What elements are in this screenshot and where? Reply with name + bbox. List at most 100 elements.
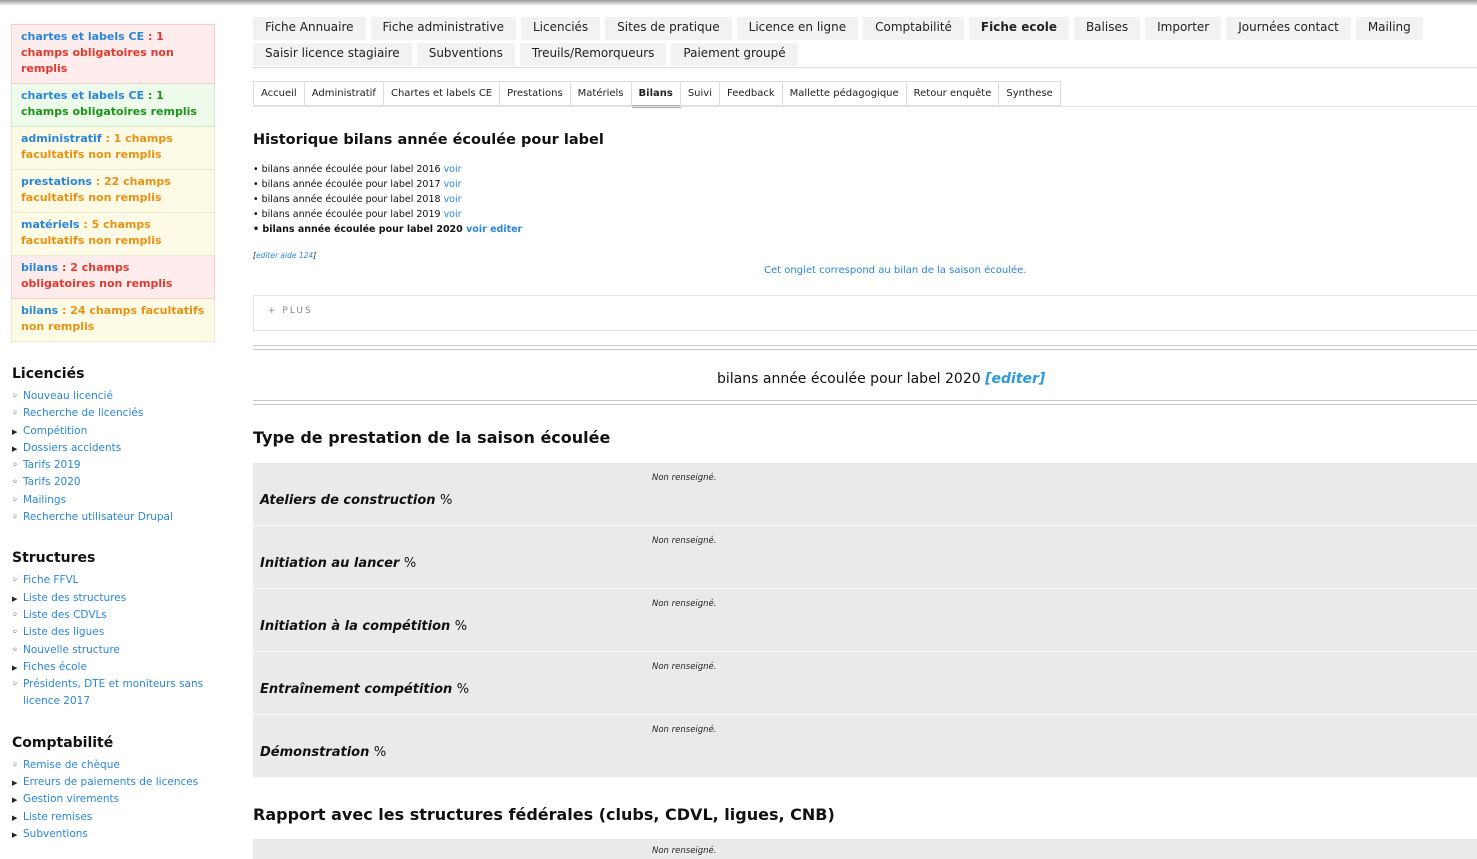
nav-item-label: Fiches école [23,660,87,673]
notice-key-link[interactable]: prestations [21,175,92,188]
field-unit: % [403,556,417,571]
circle-bullet-icon: ◦ [12,575,18,587]
history-item-text: bilans année écoulée pour label 2019 [261,209,441,220]
field-label: Initiation au lancer % [260,556,416,571]
nav-list: ◦ Remise de chèque ▶ Erreurs de paiements d… [11,757,215,843]
sub-tab[interactable]: Synthese [999,81,1061,106]
nav-list: ◦ Fiche FFVL ▶ Liste des structures ◦ Liste d… [11,572,215,710]
plus-label: + PLUS [268,306,313,316]
field-label-text: Ateliers de construction [260,493,436,508]
main-tab[interactable]: Journées contact [1226,17,1351,40]
nav-item[interactable]: ◦ Recherche utilisateur Drupal [11,509,215,526]
nav-item[interactable]: ◦ Recherche de licenciés [11,405,215,422]
circle-bullet-icon: ◦ [12,477,18,489]
section-fields: Non renseigné. Ateliers de construction %… [253,463,1477,778]
nav-item[interactable]: ▶ Compétition [11,423,215,440]
main-tab[interactable]: Balises [1073,17,1141,40]
sub-tab[interactable]: Matériels [570,81,632,106]
history-list: • bilans année écoulée pour label 2016 v… [253,162,522,237]
main-tab[interactable]: Sites de pratique [605,17,732,40]
field-row: Non renseigné. Initiation au lancer % [253,526,1477,589]
history-item-text: bilans année écoulée pour label 2020 [262,224,463,235]
history-editer-link[interactable]: editer [490,224,522,235]
field-row: Non renseigné. Ateliers de construction % [253,463,1477,526]
field-unit: % [373,745,387,760]
main-tab[interactable]: Comptabilité [863,17,964,40]
plus-toggle[interactable]: + PLUS [253,295,1477,331]
sub-tab[interactable]: Feedback [719,81,783,106]
field-label: Initiation à la compétition % [260,619,467,634]
section-title: Rapport avec les structures fédérales (c… [253,805,835,824]
nav-item[interactable]: ▶ Dossiers accidents [11,440,215,457]
nav-item[interactable]: ▶ Liste des structures [11,590,215,607]
nav-item-label: Recherche de licenciés [23,407,144,420]
main-tab[interactable]: Fiche Annuaire [253,17,366,40]
sub-tab[interactable]: Suivi [680,81,720,106]
nav-item-label: Tarifs 2020 [23,476,81,489]
notice-key-link[interactable]: chartes et labels CE [21,89,144,102]
nav-item[interactable]: ▶ Erreurs de paiements de licences [11,774,215,791]
main-tab[interactable]: Subventions [416,43,515,66]
notice-key-link[interactable]: bilans [21,304,58,317]
notice-key-link[interactable]: chartes et labels CE [21,30,144,43]
nav-item[interactable]: ◦ Nouvelle structure [11,642,215,659]
triangle-right-icon: ▶ [12,813,18,822]
nav-item[interactable]: ▶ Liste remises [11,809,215,826]
nav-item[interactable]: ▶ Subventions [11,826,215,843]
main-tab[interactable]: Mailing [1355,17,1423,40]
nav-item[interactable]: ◦ Tarifs 2019 [11,457,215,474]
field-unit: % [440,493,453,508]
edit-help: [editer aide 124] [253,251,317,260]
nav-item-label: Liste des ligues [23,626,105,639]
nav-item[interactable]: ▶ Gestion virements [11,791,215,808]
double-divider-top [253,345,1477,350]
bilan-edit-link[interactable]: [editer] [985,371,1045,387]
notice-box: chartes et labels CE : 1 champs obligato… [11,24,215,84]
field-label: Entraînement compétition % [260,682,469,697]
nav-item[interactable]: ◦ Mailings [11,492,215,509]
main-tab[interactable]: Licenciés [521,17,601,40]
sub-tab[interactable]: Bilans [631,81,681,108]
field-value: Non renseigné. [652,536,717,546]
sub-tab[interactable]: Accueil [253,81,305,106]
nav-item-label: Liste des CDVLs [23,608,107,621]
sub-tab[interactable]: Chartes et labels CE [383,81,501,106]
notice-box: bilans : 24 champs facultatifs non rempl… [11,299,215,342]
nav-item[interactable]: ◦ Fiche FFVL [11,572,215,589]
notice-key-link[interactable]: administratif [21,132,102,145]
history-voir-link[interactable]: voir [444,179,462,190]
triangle-right-icon: ▶ [12,796,18,805]
notice-key-link[interactable]: matériels [21,218,80,231]
history-voir-link[interactable]: voir [444,194,462,205]
nav-block-title: Structures [12,550,96,567]
main-tab[interactable]: Fiche administrative [370,17,516,40]
edit-help-link[interactable]: editer aide 124 [256,251,313,260]
nav-item[interactable]: ◦ Nouveau licencié [11,388,215,405]
history-voir-link[interactable]: voir [466,224,487,235]
sub-tab[interactable]: Prestations [500,81,571,106]
sub-tab[interactable]: Retour enquête [906,81,1000,106]
history-item: • bilans année écoulée pour label 2019 v… [253,209,462,220]
main-tab[interactable]: Paiement groupé [671,43,798,66]
main-tabs-row-1: Fiche Annuaire Fiche administrative Licenc… [253,17,1477,43]
notice-key-link[interactable]: bilans [21,261,58,274]
main-tab[interactable]: Importer [1145,17,1222,40]
main-tab[interactable]: Licence en ligne [736,17,859,40]
history-voir-link[interactable]: voir [444,209,462,220]
field-value: Non renseigné. [652,846,717,856]
season-note: Cet onglet correspond au bilan de la sai… [764,265,1027,276]
sub-tab[interactable]: Administratif [304,81,384,106]
nav-item[interactable]: ◦ Liste des ligues [11,624,215,641]
main-tab[interactable]: Saisir licence stagiaire [253,43,412,66]
history-item: • bilans année écoulée pour label 2020 v… [253,224,523,235]
nav-item[interactable]: ◦ Remise de chèque [11,757,215,774]
nav-item[interactable]: ▶ Fiches école [11,659,215,676]
main-tab[interactable]: Fiche ecole [968,17,1069,40]
nav-item[interactable]: ◦ Liste des CDVLs [11,607,215,624]
history-voir-link[interactable]: voir [444,164,462,175]
nav-item[interactable]: ◦ Tarifs 2020 [11,474,215,491]
sub-tab[interactable]: Mallette pédagogique [782,81,907,106]
nav-item[interactable]: ◦ Présidents, DTE et moniteurs sans licen… [11,676,215,711]
nav-item-label: Gestion virements [23,793,120,806]
main-tab[interactable]: Treuils/Remorqueurs [519,43,667,66]
